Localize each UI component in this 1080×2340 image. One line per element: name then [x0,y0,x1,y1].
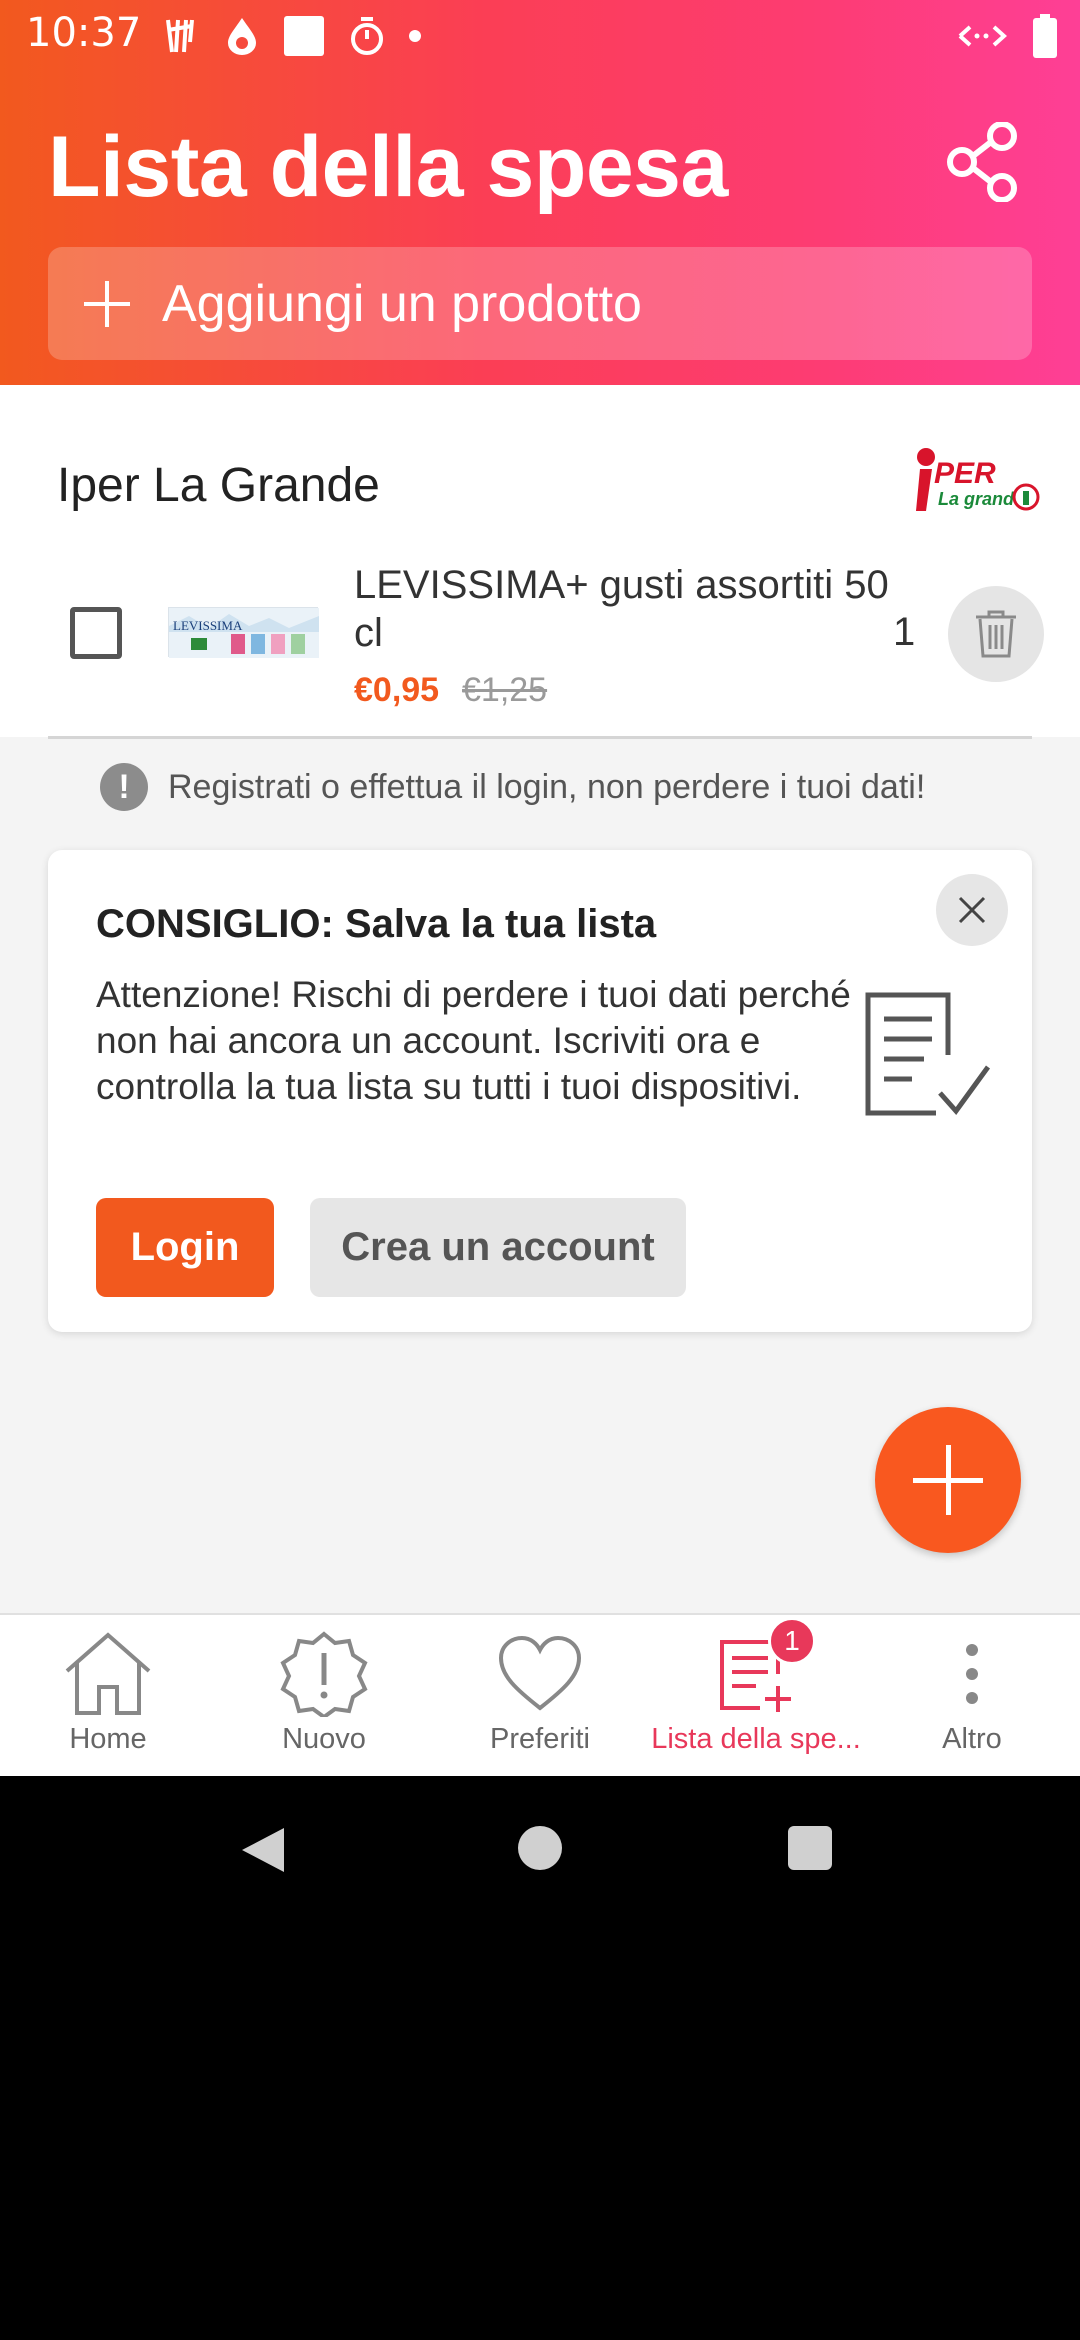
data-arrows-icon [958,25,1007,47]
home-button-icon[interactable] [518,1826,562,1870]
nav-label-preferiti: Preferiti [490,1723,590,1755]
harry-potter-icon [166,19,194,53]
product-name[interactable]: LEVISSIMA+ gusti assortiti 50 cl [354,561,894,657]
login-hint-text: Registrati o effettua il login, non perd… [168,767,926,806]
status-notification-icons [162,14,422,58]
add-product-label: Aggiungi un prodotto [162,274,642,333]
nav-item-nuovo[interactable]: Nuovo [216,1615,432,1776]
nav-label-nuovo: Nuovo [282,1723,366,1755]
product-price: €0,95 [354,671,440,709]
login-button[interactable]: Login [96,1198,274,1297]
divider [48,736,1032,739]
more-vertical-icon [966,1644,978,1704]
product-old-price: €1,25 [462,671,548,709]
trash-icon [976,610,1016,658]
new-badge-icon [280,1631,368,1717]
list-content: Iper La Grande PER La grande LEVISSIMA L… [0,385,1080,1613]
dot-icon [409,30,421,42]
tip-title: CONSIGLIO: Salva la tua lista [96,902,657,946]
status-system-icons [956,14,1058,58]
tip-body: Attenzione! Rischi di perdere i tuoi dat… [96,974,851,1107]
warning-icon: ! [100,763,148,811]
store-section: Iper La Grande PER La grande LEVISSIMA L… [0,385,1080,739]
svg-text:La grande: La grande [938,489,1024,509]
add-product-input[interactable]: Aggiungi un prodotto [48,247,1032,360]
product-image: LEVISSIMA [168,607,319,658]
svg-text:PER: PER [934,457,996,490]
nav-label-altro: Altro [942,1723,1002,1755]
list-badge: 1 [768,1617,816,1665]
nav-item-home[interactable]: Home [0,1615,216,1776]
back-icon[interactable] [240,1826,286,1874]
square-icon [284,16,324,56]
recent-apps-icon[interactable] [788,1826,832,1870]
nav-item-preferiti[interactable]: Preferiti [432,1615,648,1776]
status-bar: 10:37 [0,0,1080,70]
plus-icon [84,280,130,327]
heart-icon [498,1635,582,1711]
close-icon [958,896,986,924]
timer-icon [351,17,383,55]
add-fab-button[interactable] [875,1407,1021,1553]
delete-item-button[interactable] [948,586,1044,682]
page-title: Lista della spesa [48,119,728,215]
battery-icon [1033,14,1057,58]
status-time: 10:37 [26,10,142,56]
svg-text:LEVISSIMA: LEVISSIMA [173,618,243,633]
nav-item-lista[interactable]: 1 Lista della spe... [648,1615,864,1776]
close-tip-button[interactable] [936,874,1008,946]
home-icon [65,1632,151,1715]
system-navigation-bar [0,1776,1080,2340]
create-account-button[interactable]: Crea un account [310,1198,686,1297]
tip-card: CONSIGLIO: Salva la tua lista Attenzione… [48,850,1032,1332]
checklist-icon [865,992,991,1116]
item-checkbox[interactable] [70,607,122,659]
store-name: Iper La Grande [57,459,380,512]
share-icon[interactable] [944,122,1024,202]
store-logo: PER La grande [916,448,1040,511]
login-hint[interactable]: ! Registrati o effettua il login, non pe… [100,763,925,811]
app-header: 10:37 Lista della spesa Aggiungi un prod… [0,0,1080,385]
nav-label-home: Home [69,1723,147,1755]
nav-item-altro[interactable]: Altro [864,1615,1080,1776]
water-drop-icon [228,18,256,55]
bottom-nav: Home Nuovo Preferiti 1 Lista della spe..… [0,1613,1080,1776]
nav-label-lista: Lista della spe... [651,1723,861,1755]
product-quantity[interactable]: 1 [893,610,915,655]
